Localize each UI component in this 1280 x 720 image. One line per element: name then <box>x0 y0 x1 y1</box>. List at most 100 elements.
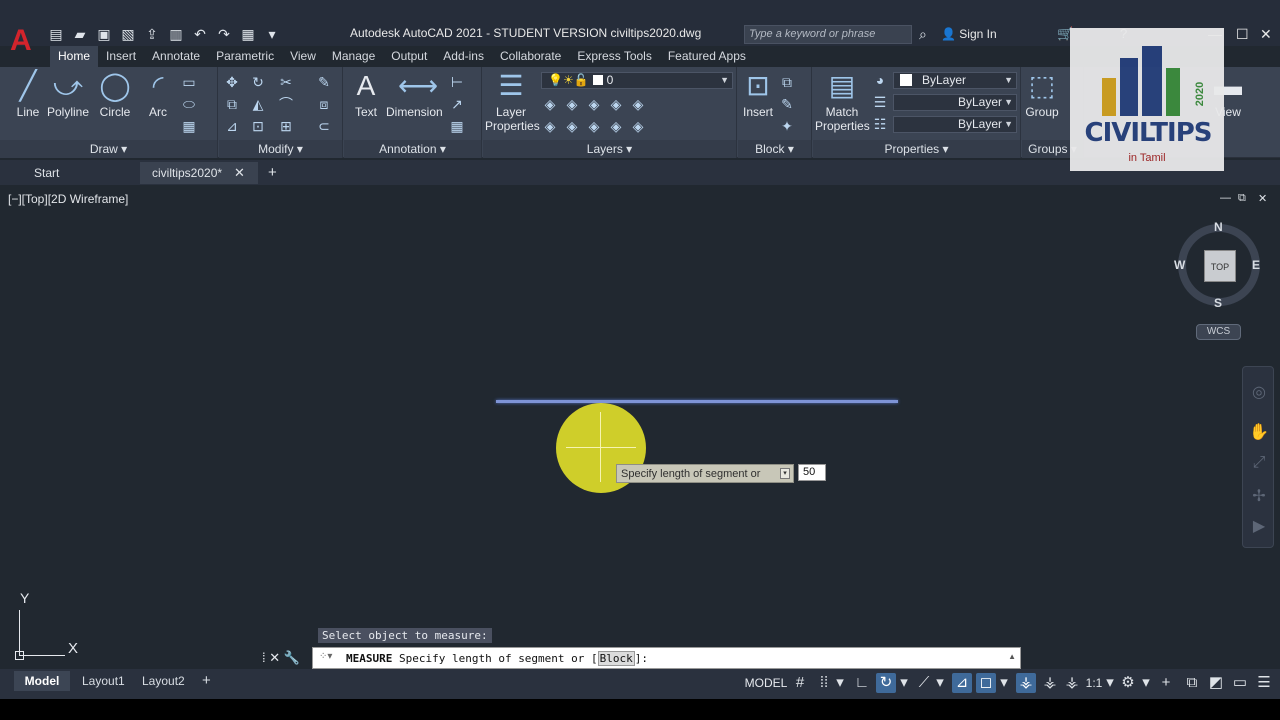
leader-icon[interactable]: ↗ <box>448 95 466 113</box>
customize-wrench-icon[interactable]: 🔧 <box>284 650 300 665</box>
erase-icon[interactable]: ✎ <box>315 73 333 91</box>
chevron-down-icon[interactable]: ▾ <box>1140 673 1152 693</box>
color-dropdown[interactable]: ByLayer ▼ <box>893 72 1017 89</box>
tab-annotate[interactable]: Annotate <box>144 46 208 67</box>
layer-off-icon[interactable]: ◈ <box>541 95 559 113</box>
explode-icon[interactable]: ⧈ <box>315 95 333 113</box>
block-attributes-icon[interactable]: ✦ <box>778 117 796 135</box>
color-wheel-icon[interactable]: ◕ <box>871 71 889 89</box>
layer-lock-icon[interactable]: ◈ <box>607 95 625 113</box>
layer-thaw-icon[interactable]: ◈ <box>585 117 603 135</box>
edit-block-icon[interactable]: ✎ <box>778 95 796 113</box>
options-arrow-icon[interactable]: ▾ <box>780 468 790 479</box>
viewport-restore-icon[interactable]: ⧉ <box>1238 192 1246 205</box>
drawing-canvas[interactable]: [−][Top][2D Wireframe] — ⧉ ✕ TOP N S E W… <box>0 186 1280 664</box>
layout-tab-model[interactable]: Model <box>14 671 70 691</box>
tab-parametric[interactable]: Parametric <box>208 46 282 67</box>
search-icon[interactable]: ⌕ <box>919 26 927 43</box>
recent-commands-icon[interactable]: ⁘▾ <box>319 651 332 662</box>
chevron-down-icon[interactable]: ▾ <box>934 673 946 693</box>
linetype-dropdown[interactable]: ByLayer ▼ <box>893 94 1017 111</box>
table-icon[interactable]: ▦ <box>448 117 466 135</box>
sign-in-button[interactable]: 👤 Sign In <box>941 27 997 41</box>
tab-view[interactable]: View <box>282 46 324 67</box>
dynamic-input-field[interactable]: 50 <box>798 464 826 481</box>
copy-icon[interactable]: ⧉ <box>223 95 241 113</box>
layer-unlock-icon[interactable]: ◈ <box>607 117 625 135</box>
app-menu-button[interactable]: A <box>10 26 32 56</box>
linetype-icon[interactable]: ☷ <box>871 115 889 133</box>
viewport-controls[interactable]: [−][Top][2D Wireframe] <box>8 192 128 206</box>
rotate-icon[interactable]: ↻ <box>249 73 267 91</box>
drawn-line-object[interactable] <box>496 400 898 403</box>
polyline-button[interactable]: ⤻ Polyline <box>46 71 90 120</box>
history-scroll-icon[interactable]: ▲ <box>1008 652 1016 661</box>
tab-add-ins[interactable]: Add-ins <box>435 46 492 67</box>
tab-home[interactable]: Home <box>50 46 99 67</box>
line-button[interactable]: ╱ Line <box>12 71 44 120</box>
tab-express-tools[interactable]: Express Tools <box>569 46 659 67</box>
auto-scale-icon[interactable]: ⚶ <box>1040 673 1060 693</box>
add-layout-icon[interactable]: + <box>202 671 211 691</box>
chevron-down-icon[interactable]: ▾ <box>898 673 910 693</box>
layers-panel-title[interactable]: Layers ▾ <box>483 140 736 158</box>
match-properties-button[interactable]: ▤ Match Properties <box>815 71 870 134</box>
scale-value[interactable]: 1:1 <box>1084 673 1104 693</box>
viewport-close-icon[interactable]: ✕ <box>1258 192 1267 205</box>
orbit-icon[interactable]: ✢ <box>1249 487 1269 507</box>
close-icon[interactable]: ✕ <box>1260 26 1272 43</box>
stretch-icon[interactable]: ⊿ <box>223 117 241 135</box>
isolate-objects-icon[interactable]: ⧉ <box>1182 673 1202 693</box>
layer-freeze-icon[interactable]: ◈ <box>585 95 603 113</box>
print-icon[interactable]: ▥ <box>168 26 184 42</box>
annotation-panel-title[interactable]: Annotation ▾ <box>344 140 481 158</box>
model-space-button[interactable]: MODEL <box>743 671 789 695</box>
open-folder-icon[interactable]: ▰ <box>72 26 88 42</box>
annotation-visibility-icon[interactable]: ⚶ <box>1016 673 1036 693</box>
linear-dimension-icon[interactable]: ⊢ <box>448 73 466 91</box>
tab-collaborate[interactable]: Collaborate <box>492 46 569 67</box>
chevron-down-icon[interactable]: ▾ <box>834 673 846 693</box>
annotation-monitor-icon[interactable]: + <box>1156 673 1176 693</box>
lineweight-dropdown[interactable]: ByLayer ▼ <box>893 116 1017 133</box>
upload-icon[interactable]: ⇪ <box>144 26 160 42</box>
hatch-icon[interactable]: ▦ <box>180 117 198 135</box>
mirror-icon[interactable]: ◭ <box>249 95 267 113</box>
tab-featured-apps[interactable]: Featured Apps <box>660 46 754 67</box>
chevron-down-icon[interactable]: ▾ <box>998 673 1010 693</box>
tab-insert[interactable]: Insert <box>98 46 144 67</box>
array-icon[interactable]: ⊞ <box>277 117 295 135</box>
steering-wheel-icon[interactable]: ◎ <box>1249 383 1269 403</box>
save-as-icon[interactable]: ▧ <box>120 26 136 42</box>
object-snap-tracking-icon[interactable]: ⊿ <box>952 673 972 693</box>
grid-icon[interactable]: # <box>790 673 810 693</box>
layer-unisolate-icon[interactable]: ◈ <box>563 117 581 135</box>
ellipse-icon[interactable]: ⬭ <box>180 95 198 113</box>
command-line-input[interactable]: ⁘▾ MEASURE Specify length of segment or … <box>312 647 1021 669</box>
tab-manage[interactable]: Manage <box>324 46 383 67</box>
ortho-icon[interactable]: ∟ <box>852 673 872 693</box>
modify-panel-title[interactable]: Modify ▾ <box>219 140 342 158</box>
showmotion-icon[interactable]: ▶ <box>1249 517 1269 537</box>
close-command-line-icon[interactable]: ✕ <box>269 650 280 665</box>
maximize-icon[interactable]: ☐ <box>1236 26 1249 43</box>
chevron-down-icon[interactable]: ▾ <box>1104 673 1116 693</box>
layer-on-icon[interactable]: ◈ <box>541 117 559 135</box>
text-button[interactable]: A Text <box>350 71 382 120</box>
compass-south[interactable]: S <box>1214 296 1222 310</box>
tab-output[interactable]: Output <box>383 46 435 67</box>
layer-current-icon[interactable]: ◈ <box>629 95 647 113</box>
circle-button[interactable]: ◯ Circle <box>96 71 134 120</box>
option-block[interactable]: Block <box>597 651 635 666</box>
compass-north[interactable]: N <box>1214 220 1223 234</box>
offset-icon[interactable]: ⊂ <box>315 117 333 135</box>
undo-icon[interactable]: ↶ <box>192 26 208 42</box>
create-block-icon[interactable]: ⧉ <box>778 73 796 91</box>
polar-tracking-icon[interactable]: ↻ <box>876 673 896 693</box>
clean-screen-icon[interactable]: ▭ <box>1230 673 1250 693</box>
move-icon[interactable]: ✥ <box>223 73 241 91</box>
pan-hand-icon[interactable]: ✋ <box>1249 423 1269 443</box>
scale-icon[interactable]: ⊡ <box>249 117 267 135</box>
layout-tab-layout2[interactable]: Layout2 <box>142 671 185 691</box>
share-icon[interactable]: ▦ <box>240 26 256 42</box>
